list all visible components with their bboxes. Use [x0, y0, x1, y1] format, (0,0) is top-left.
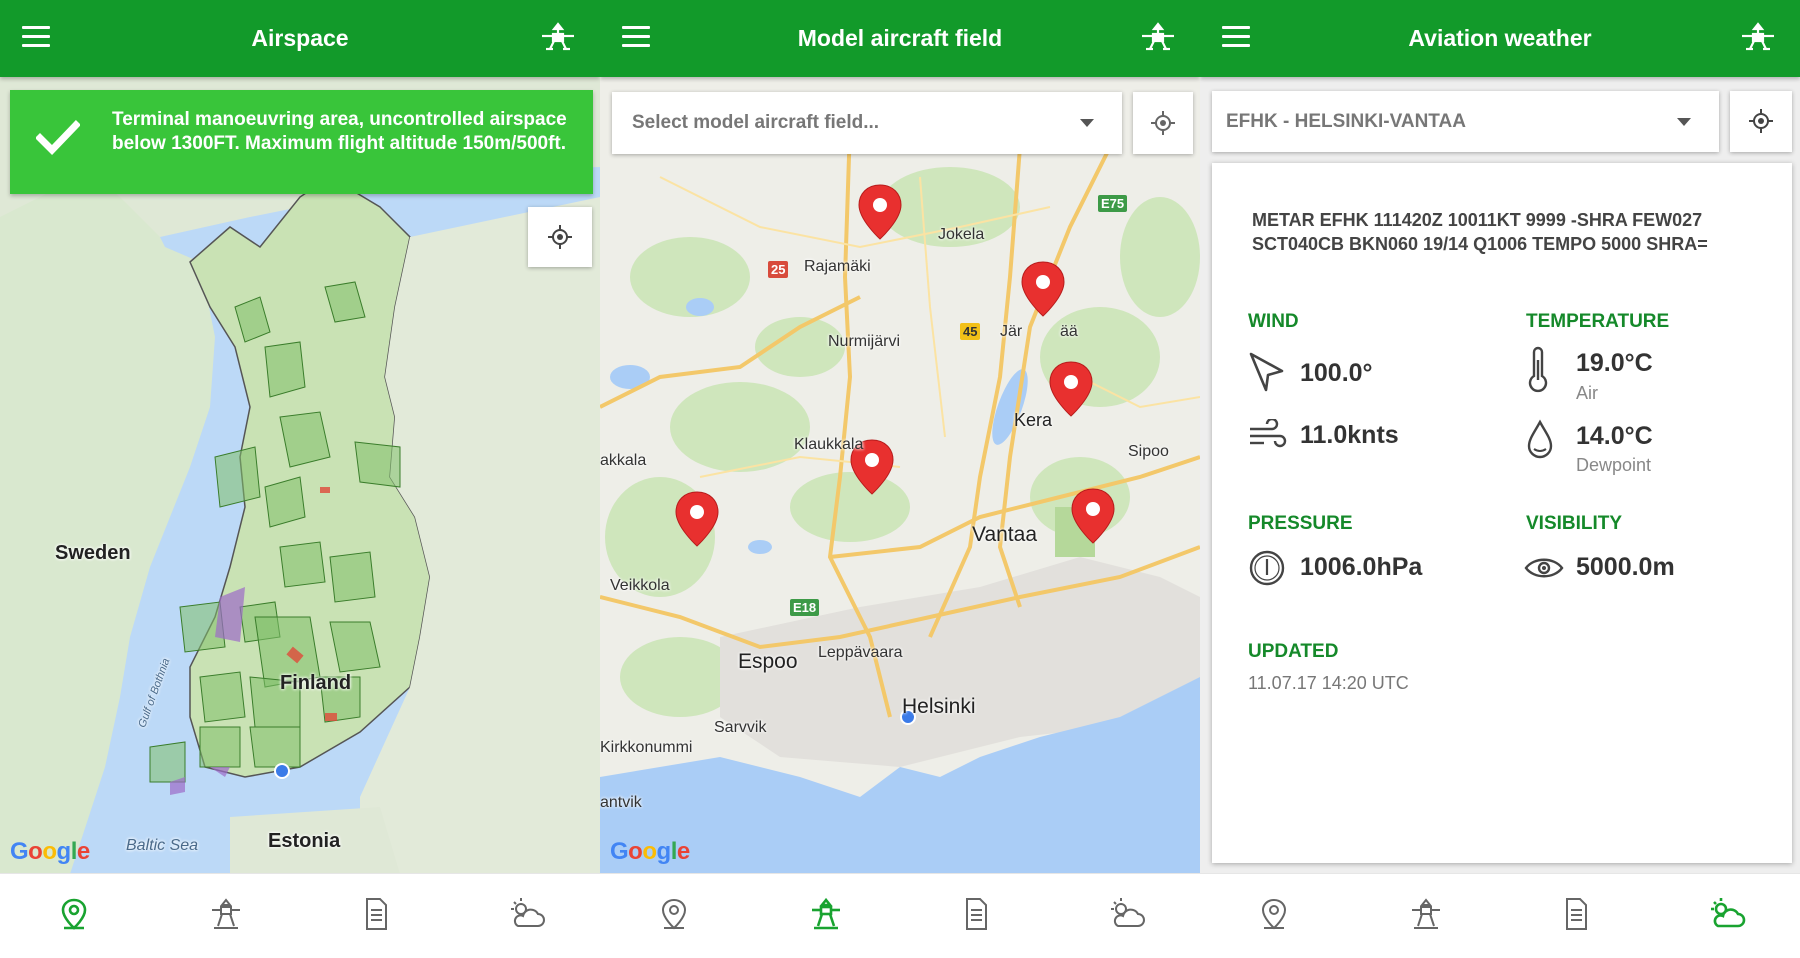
- station-select[interactable]: EFHK - HELSINKI-VANTAA: [1212, 91, 1719, 152]
- google-logo: Google: [610, 838, 690, 865]
- map-pin-icon[interactable]: [52, 892, 96, 936]
- bottom-navigation: [1200, 873, 1800, 958]
- crosshair-icon: [1151, 111, 1175, 135]
- metar-text: METAR EFHK 111420Z 10011KT 9999 -SHRA FE…: [1252, 210, 1708, 254]
- road-shield-e75: E75: [1098, 195, 1128, 212]
- app-bar: Aviation weather: [1200, 0, 1800, 77]
- map-label-akkala: akkala: [600, 452, 647, 469]
- map-label-helsinki: Helsinki: [902, 695, 976, 718]
- pressure-label: PRESSURE: [1248, 513, 1353, 534]
- page-title: Aviation weather: [1408, 25, 1592, 51]
- drone-icon[interactable]: [538, 18, 578, 58]
- visibility-label: VISIBILITY: [1526, 513, 1623, 534]
- updated-value: 11.07.17 14:20 UTC: [1248, 673, 1409, 693]
- map-label-estonia: Estonia: [268, 830, 341, 852]
- map-label-kirkkonummi: Kirkkonummi: [600, 739, 693, 756]
- model-field-map[interactable]: 25 45 E75 E18 Rajamäki Jokela Nurmijärvi…: [600, 77, 1200, 874]
- document-icon[interactable]: [354, 892, 398, 936]
- wind-speed-value: 11.0knts: [1300, 421, 1399, 449]
- dropdown-caret-icon: [1080, 119, 1094, 127]
- map-label-klaukkala: Klaukkala: [794, 436, 864, 453]
- air-temperature-value: 19.0°C: [1576, 349, 1653, 377]
- map-pin-icon[interactable]: [1252, 892, 1296, 936]
- visibility-value: 5000.0m: [1576, 553, 1675, 581]
- dewpoint-drop-icon: [1527, 419, 1553, 459]
- my-location-button[interactable]: [1730, 91, 1792, 152]
- map-label-sweden: Sweden: [55, 542, 131, 564]
- airspace-map-graphic: [0, 77, 600, 874]
- dewpoint-value: 14.0°C: [1576, 422, 1653, 450]
- weather-icon[interactable]: [1104, 892, 1148, 936]
- weather-icon[interactable]: [1704, 892, 1748, 936]
- map-label-sarvvik: Sarvvik: [714, 719, 767, 736]
- pressure-value: 1006.0hPa: [1300, 553, 1423, 581]
- app-bar: Airspace: [0, 0, 600, 77]
- map-label-kerava: Kera: [1014, 410, 1053, 430]
- map-label-veikkola: Veikkola: [610, 577, 670, 594]
- drone-icon[interactable]: [204, 892, 248, 936]
- drone-icon[interactable]: [1404, 892, 1448, 936]
- air-temperature-caption: Air: [1576, 383, 1598, 403]
- model-aircraft-screen: Model aircraft field 25 45 E75 E18 Rajam…: [600, 0, 1200, 958]
- page-title: Model aircraft field: [797, 25, 1003, 51]
- barometer-icon: [1249, 550, 1285, 586]
- airspace-status-banner: Terminal manoeuvring area, uncontrolled …: [10, 90, 593, 194]
- dropdown-caret-icon: [1677, 118, 1691, 126]
- drone-icon[interactable]: [1738, 18, 1778, 58]
- crosshair-icon: [548, 225, 572, 249]
- wind-direction-value: 100.0°: [1300, 359, 1373, 387]
- drone-icon[interactable]: [804, 892, 848, 936]
- aviation-weather-screen: Aviation weather EFHK - HELSINKI-VANTAA …: [1200, 0, 1800, 958]
- eye-icon: [1524, 558, 1564, 578]
- temperature-label: TEMPERATURE: [1526, 311, 1670, 332]
- page-title: Airspace: [251, 25, 349, 51]
- document-icon[interactable]: [1554, 892, 1598, 936]
- map-label-finland: Finland: [280, 672, 352, 694]
- model-field-select-text: Select model aircraft field...: [632, 112, 880, 133]
- map-label-baltic-sea: Baltic Sea: [126, 837, 199, 854]
- checkmark-icon: [36, 120, 80, 156]
- map-pin-icon[interactable]: [652, 892, 696, 936]
- map-label-espoo: Espoo: [738, 650, 798, 673]
- road-shield-45: 45: [960, 323, 981, 340]
- model-field-select[interactable]: Select model aircraft field...: [612, 92, 1122, 154]
- map-label-antvik: antvik: [600, 794, 642, 811]
- map-label-jarvenpaa: Jär: [1000, 323, 1023, 340]
- map-label-vantaa: Vantaa: [972, 523, 1037, 546]
- app-bar: Model aircraft field: [600, 0, 1200, 77]
- bottom-navigation: [600, 873, 1200, 958]
- map-label-jokela: Jokela: [938, 226, 985, 243]
- wind-direction-icon: [1249, 352, 1284, 392]
- drone-icon[interactable]: [1138, 18, 1178, 58]
- thermometer-icon: [1528, 346, 1548, 393]
- map-label-nurmijarvi: Nurmijärvi: [828, 333, 900, 350]
- wind-label: WIND: [1248, 311, 1299, 332]
- updated-label: UPDATED: [1248, 641, 1339, 662]
- map-label-rajamaki: Rajamäki: [804, 258, 871, 275]
- weather-card: METAR EFHK 111420Z 10011KT 9999 -SHRA FE…: [1212, 163, 1792, 863]
- airspace-screen: Airspace Sweden Finland Estonia Baltic S…: [0, 0, 600, 958]
- airspace-map[interactable]: Sweden Finland Estonia Baltic Sea Gulf o…: [0, 77, 600, 874]
- my-location-button[interactable]: [528, 207, 592, 267]
- document-icon[interactable]: [954, 892, 998, 936]
- weather-icon[interactable]: [504, 892, 548, 936]
- map-label-leppavaara: Leppävaara: [818, 644, 903, 661]
- crosshair-icon: [1749, 109, 1773, 133]
- wind-speed-icon: [1250, 419, 1287, 448]
- station-select-text: EFHK - HELSINKI-VANTAA: [1226, 111, 1466, 132]
- airspace-status-text: Terminal manoeuvring area, uncontrolled …: [112, 109, 567, 154]
- my-location-button[interactable]: [1133, 92, 1193, 154]
- dewpoint-caption: Dewpoint: [1576, 455, 1652, 475]
- map-label-jarvenpaa-end: ää: [1060, 323, 1078, 340]
- road-shield-25: 25: [768, 261, 789, 278]
- map-label-sipoo: Sipoo: [1128, 443, 1169, 460]
- bottom-navigation: [0, 873, 600, 958]
- road-shield-e18: E18: [790, 599, 820, 616]
- google-logo: Google: [10, 838, 90, 865]
